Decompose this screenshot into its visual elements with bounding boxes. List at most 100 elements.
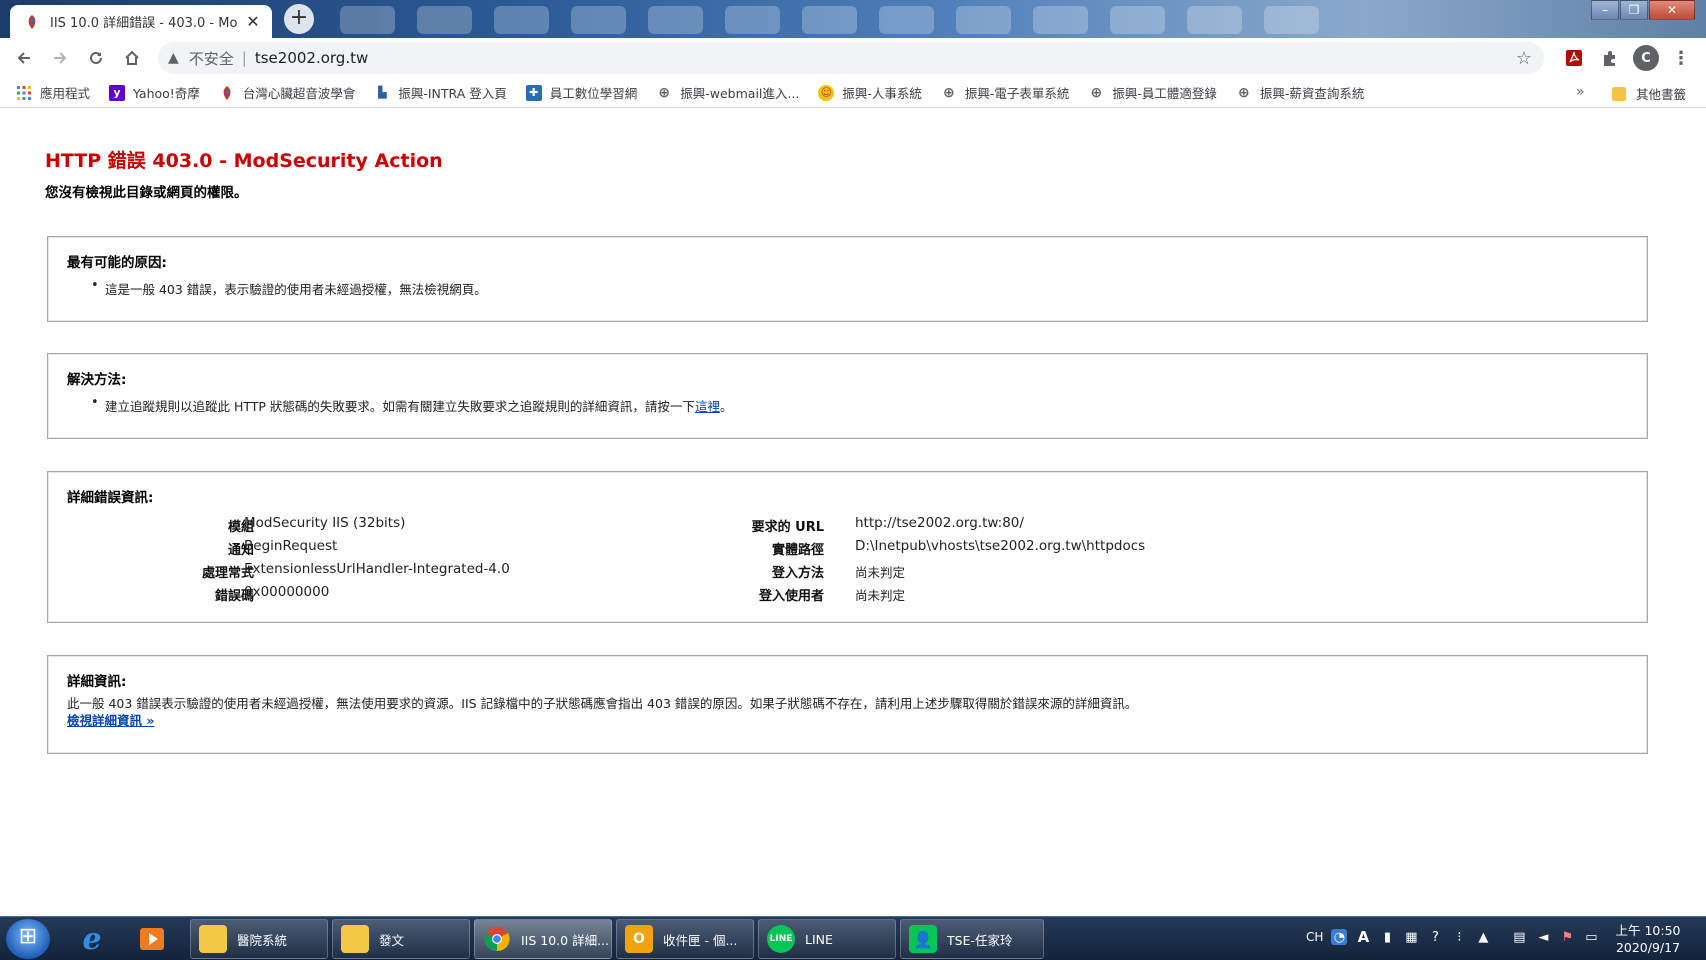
- bookmark-webmail[interactable]: ⊕ 振興-webmail進入...: [656, 83, 799, 102]
- action-center-flag-icon[interactable]: ⚑: [1559, 929, 1575, 945]
- detail-value-handler: ExtensionlessUrlHandler-Integrated-4.0: [244, 561, 510, 577]
- taskbar-chrome[interactable]: IIS 10.0 詳細...: [474, 919, 612, 959]
- keyboard-icon[interactable]: ▦: [1403, 929, 1419, 945]
- clock-date: 2020/9/17: [1615, 940, 1681, 955]
- other-bookmarks-label: 其他書籤: [1636, 87, 1687, 102]
- help-icon[interactable]: ?: [1427, 929, 1443, 945]
- apps-grid-icon: [16, 85, 32, 101]
- bookmark-label: 振興-電子表單系統: [964, 86, 1070, 101]
- extensions-puzzle-icon[interactable]: [1597, 45, 1623, 71]
- causes-item: 這是一般 403 錯誤，表示驗證的使用者未經過授權，無法檢視網頁。: [91, 278, 487, 298]
- taskbar-outlook[interactable]: O 收件匣 - 個...: [616, 919, 754, 959]
- bookmark-star-icon[interactable]: ☆: [1516, 48, 1532, 69]
- taskbar-line[interactable]: LINE LINE: [758, 919, 896, 959]
- address-separator: |: [241, 49, 247, 67]
- detail-label-physical-path: 實體路徑: [771, 543, 824, 558]
- bookmark-label: 振興-員工體適登錄: [1112, 86, 1217, 101]
- browser-tab-active[interactable]: IIS 10.0 詳細錯誤 - 403.0 - ModSecurity Acti…: [10, 5, 272, 38]
- input-language[interactable]: CH: [1306, 930, 1323, 944]
- globe-icon: ⊕: [658, 84, 671, 101]
- bookmark-intra[interactable]: ▙ 振興-INTRA 登入頁: [374, 83, 507, 102]
- more-info-heading: 詳細資訊:: [67, 674, 127, 690]
- detail-value-module: ModSecurity IIS (32bits): [244, 515, 406, 531]
- window-icon[interactable]: ▮: [1379, 929, 1395, 945]
- detail-heading: 詳細錯誤資訊:: [67, 490, 154, 506]
- minimize-button[interactable]: –: [1591, 0, 1619, 20]
- bookmark-tse[interactable]: 台灣心臟超音波學會: [219, 83, 355, 102]
- taskbar-label: 發文: [379, 932, 405, 948]
- background-windows: [340, 6, 1440, 36]
- bookmark-learning[interactable]: ✚ 員工數位學習網: [525, 83, 638, 102]
- clock-time: 上午 10:50: [1615, 923, 1681, 938]
- more-info-box: 詳細資訊: 此一般 403 錯誤表示驗證的使用者未經過授權，無法使用要求的資源。…: [47, 655, 1648, 754]
- solution-end: 。: [719, 399, 733, 414]
- acrobat-extension-icon[interactable]: [1561, 45, 1587, 71]
- yahoo-icon: y: [109, 84, 126, 101]
- taskbar-outgoing-docs[interactable]: 發文: [332, 919, 470, 959]
- new-tab-button[interactable]: +: [284, 4, 314, 34]
- printer-icon[interactable]: ▤: [1511, 929, 1527, 945]
- reload-button[interactable]: [80, 42, 112, 74]
- bookmark-yahoo[interactable]: y Yahoo!奇摩: [109, 83, 200, 102]
- forward-arrow-icon: [54, 52, 67, 64]
- show-hidden-icons[interactable]: ▲: [1475, 929, 1491, 945]
- volume-muted-icon[interactable]: ◄: [1535, 929, 1551, 945]
- other-bookmarks[interactable]: 其他書籤: [1612, 84, 1686, 103]
- detail-label-logon-method: 登入方法: [771, 566, 824, 581]
- detail-value-notification: BeginRequest: [244, 538, 338, 554]
- globe-icon: ⊕: [942, 84, 955, 101]
- bookmark-label: 員工數位學習網: [549, 86, 638, 101]
- tab-close-icon[interactable]: ✕: [244, 12, 262, 31]
- bookmark-label: 振興-薪資查詢系統: [1259, 86, 1365, 101]
- window-close-button[interactable]: ✕: [1649, 0, 1695, 20]
- system-tray: CH ◔ A ▮ ▦ ? ⁝ ▲ ▤ ◄ ⚑ ▭: [1306, 928, 1599, 946]
- forward-button[interactable]: [44, 42, 76, 74]
- tse-favicon-icon: [28, 14, 36, 29]
- folder-icon: [199, 925, 227, 953]
- bookmark-salary[interactable]: ⊕ 振興-薪資查詢系統: [1236, 83, 1365, 102]
- profile-avatar[interactable]: C: [1633, 45, 1659, 71]
- taskbar-label: TSE-任家玲: [947, 932, 1013, 948]
- outlook-icon: O: [625, 925, 653, 953]
- start-button[interactable]: [6, 919, 50, 959]
- contact-icon: 👤: [909, 925, 937, 953]
- detail-value-url: http://tse2002.org.tw:80/: [855, 515, 1024, 531]
- network-icon[interactable]: ▭: [1583, 929, 1599, 945]
- internet-explorer-icon[interactable]: e: [74, 921, 110, 957]
- window-controls: – ❐ ✕: [1590, 0, 1695, 22]
- address-bar[interactable]: ▲ 不安全 | tse2002.org.tw ☆: [158, 42, 1544, 74]
- solution-box: 解決方法: 建立追蹤規則以追蹤此 HTTP 狀態碼的失敗要求。如需有關建立失敗要…: [47, 353, 1648, 439]
- view-more-link[interactable]: 檢視詳細資訊 »: [67, 710, 154, 729]
- detail-value-physical-path: D:\Inetpub\vhosts\tse2002.org.tw\httpdoc…: [855, 538, 1146, 554]
- system-clock[interactable]: 上午 10:50 2020/9/17: [1608, 922, 1688, 956]
- tray-dropdown-icon[interactable]: ⁝: [1451, 929, 1467, 945]
- bookmark-apps[interactable]: 應用程式: [16, 83, 90, 102]
- causes-box: 最有可能的原因: 這是一般 403 錯誤，表示驗證的使用者未經過授權，無法檢視網…: [47, 236, 1648, 322]
- back-button[interactable]: [8, 42, 40, 74]
- bookmark-label: 振興-webmail進入...: [680, 86, 800, 101]
- menu-kebab-icon[interactable]: ⋮: [1668, 45, 1694, 71]
- warning-triangle-icon: ▲: [168, 50, 179, 66]
- error-subtitle: 您沒有檢視此目錄或網頁的權限。: [45, 185, 248, 201]
- media-player-icon[interactable]: [134, 921, 170, 957]
- detail-error-box: 詳細錯誤資訊: 模組 ModSecurity IIS (32bits) 通知 B…: [47, 471, 1648, 623]
- line-icon: LINE: [767, 925, 795, 953]
- detail-label-url: 要求的 URL: [751, 520, 824, 535]
- taskbar-hospital-system[interactable]: 醫院系統: [190, 919, 328, 959]
- address-url[interactable]: tse2002.org.tw: [255, 49, 368, 67]
- intra-icon: ▙: [378, 86, 387, 99]
- detail-label-logon-user: 登入使用者: [758, 589, 824, 604]
- learning-icon: ✚: [525, 84, 542, 101]
- solution-link[interactable]: 這裡: [695, 399, 720, 414]
- ime-icon[interactable]: ◔: [1331, 929, 1348, 945]
- home-button[interactable]: [116, 42, 148, 74]
- bookmark-fitness[interactable]: ⊕ 振興-員工體適登錄: [1088, 83, 1217, 102]
- taskbar-contact[interactable]: 👤 TSE-任家玲: [900, 919, 1044, 959]
- restore-button[interactable]: ❐: [1620, 0, 1648, 20]
- bookmark-label: 振興-人事系統: [842, 86, 922, 101]
- bookmark-eform[interactable]: ⊕ 振興-電子表單系統: [941, 83, 1070, 102]
- error-title: HTTP 錯誤 403.0 - ModSecurity Action: [45, 150, 443, 172]
- bookmark-hr[interactable]: ☺ 振興-人事系統: [818, 83, 922, 102]
- font-a-icon[interactable]: A: [1355, 928, 1371, 946]
- bookmarks-overflow-icon[interactable]: »: [1576, 84, 1585, 100]
